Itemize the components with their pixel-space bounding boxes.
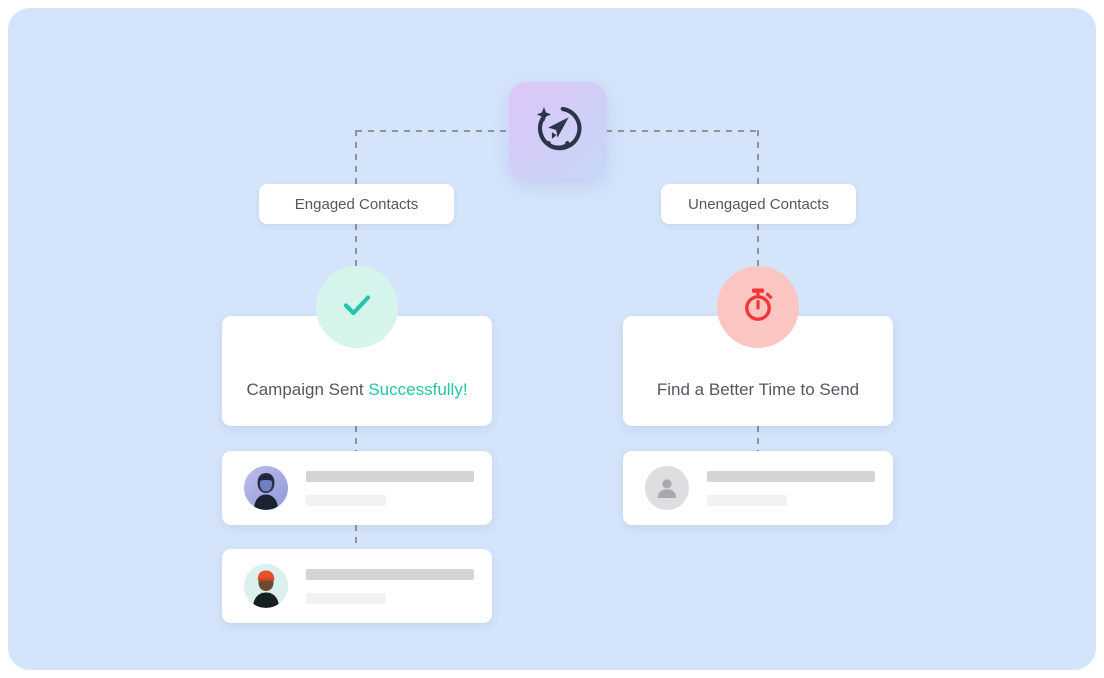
list-item[interactable] (222, 451, 492, 525)
status-badge-success (316, 266, 398, 348)
branch-label-unengaged-text: Unengaged Contacts (688, 195, 829, 213)
list-item-placeholder-lines (707, 470, 875, 506)
avatar-generic-person (645, 466, 689, 510)
avatar-photo-woman (244, 466, 288, 510)
connector-root-to-left (356, 130, 510, 132)
connector-left-row1-to-row2 (355, 525, 357, 551)
status-badge-retry (717, 266, 799, 348)
placeholder-bar-secondary (306, 592, 386, 604)
branch-label-unengaged[interactable]: Unengaged Contacts (661, 184, 856, 224)
branch-label-engaged-text: Engaged Contacts (294, 195, 419, 213)
status-card-campaign-sent-text: Campaign Sent Successfully! (246, 380, 467, 400)
campaign-flow-panel: Engaged Contacts Unengaged Contacts Camp… (8, 8, 1096, 670)
connector-right-card-to-row1 (757, 426, 759, 453)
status-card-find-better-time-text: Find a Better Time to Send (656, 380, 860, 399)
connector-left-card-to-row1 (355, 426, 357, 453)
connector-root-to-right (606, 130, 759, 132)
check-icon (338, 286, 376, 329)
placeholder-bar-secondary (707, 494, 787, 506)
list-item[interactable] (623, 451, 893, 525)
status-text-prefix: Campaign Sent (246, 380, 369, 399)
placeholder-bar-secondary (306, 494, 386, 506)
list-item-placeholder-lines (306, 568, 474, 604)
connector-right-to-pill (757, 130, 759, 186)
status-text-accent: Successfully! (368, 380, 468, 399)
campaign-root-node[interactable] (509, 82, 607, 180)
connector-left-to-pill (355, 130, 357, 186)
placeholder-bar-primary (707, 470, 875, 482)
placeholder-bar-primary (306, 470, 474, 482)
avatar-photo-man-beanie (244, 564, 288, 608)
list-item[interactable] (222, 549, 492, 623)
placeholder-bar-primary (306, 568, 474, 580)
crystal-ball-paper-plane-icon (528, 99, 588, 164)
person-icon (657, 479, 677, 498)
branch-label-engaged[interactable]: Engaged Contacts (259, 184, 454, 224)
list-item-placeholder-lines (306, 470, 474, 506)
stopwatch-icon (738, 285, 778, 330)
